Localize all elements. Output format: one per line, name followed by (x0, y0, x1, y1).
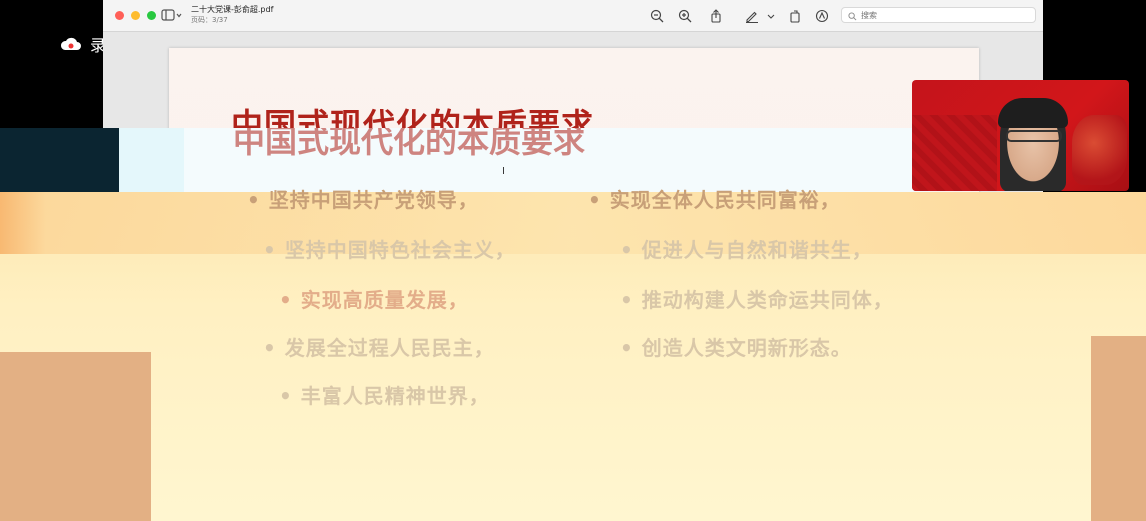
bullet-left-5: • 丰富人民精神世界， (279, 384, 490, 408)
bullet-left-2: • 坚持中国特色社会主义， (263, 238, 516, 262)
minimize-button[interactable] (131, 11, 140, 20)
bullet-right-4: • 创造人类文明新形态。 (620, 336, 852, 360)
annotate-icon[interactable] (815, 8, 829, 23)
search-input[interactable] (861, 10, 1011, 20)
zoom-out-icon[interactable] (650, 8, 664, 23)
bullet-right-3: • 推动构建人类命运共同体， (620, 288, 894, 312)
artifact-band-orange (0, 192, 1146, 254)
artifact-block-right (1091, 336, 1146, 521)
presenter-glasses (1006, 130, 1062, 142)
bullet-left-1: • 坚持中国共产党领导， (247, 188, 479, 212)
title-bar: 二十大党课-彭俞超.pdf 页码：3/37 (103, 0, 1043, 32)
dragon-decoration (1072, 115, 1127, 185)
window-controls (115, 11, 156, 20)
search-field[interactable] (841, 7, 1036, 23)
cloud-icon (60, 37, 82, 51)
bullet-right-1: • 实现全体人民共同富裕， (588, 188, 841, 212)
webcam-overlay (912, 80, 1129, 191)
bullet-right-2: • 促进人与自然和谐共生， (620, 238, 873, 262)
presenter-hair (998, 98, 1068, 128)
sidebar-toggle-icon[interactable] (161, 9, 183, 22)
background-pattern (912, 115, 997, 191)
share-icon[interactable] (709, 8, 723, 23)
bullet-left-3: • 实现高质量发展， (279, 288, 469, 312)
artifact-block-left (0, 352, 151, 521)
page-indicator: 页码：3/37 (191, 16, 228, 24)
document-title: 二十大党课-彭俞超.pdf (191, 5, 274, 14)
close-button[interactable] (115, 11, 124, 20)
rotate-icon[interactable] (788, 8, 802, 23)
chevron-down-icon[interactable] (767, 8, 775, 22)
bullet-left-4: • 发展全过程人民民主， (263, 336, 495, 360)
search-icon (848, 6, 857, 25)
zoom-in-icon[interactable] (678, 8, 692, 23)
markup-pen-icon[interactable] (745, 8, 759, 23)
text-cursor-icon: I (502, 166, 505, 177)
fullscreen-button[interactable] (147, 11, 156, 20)
